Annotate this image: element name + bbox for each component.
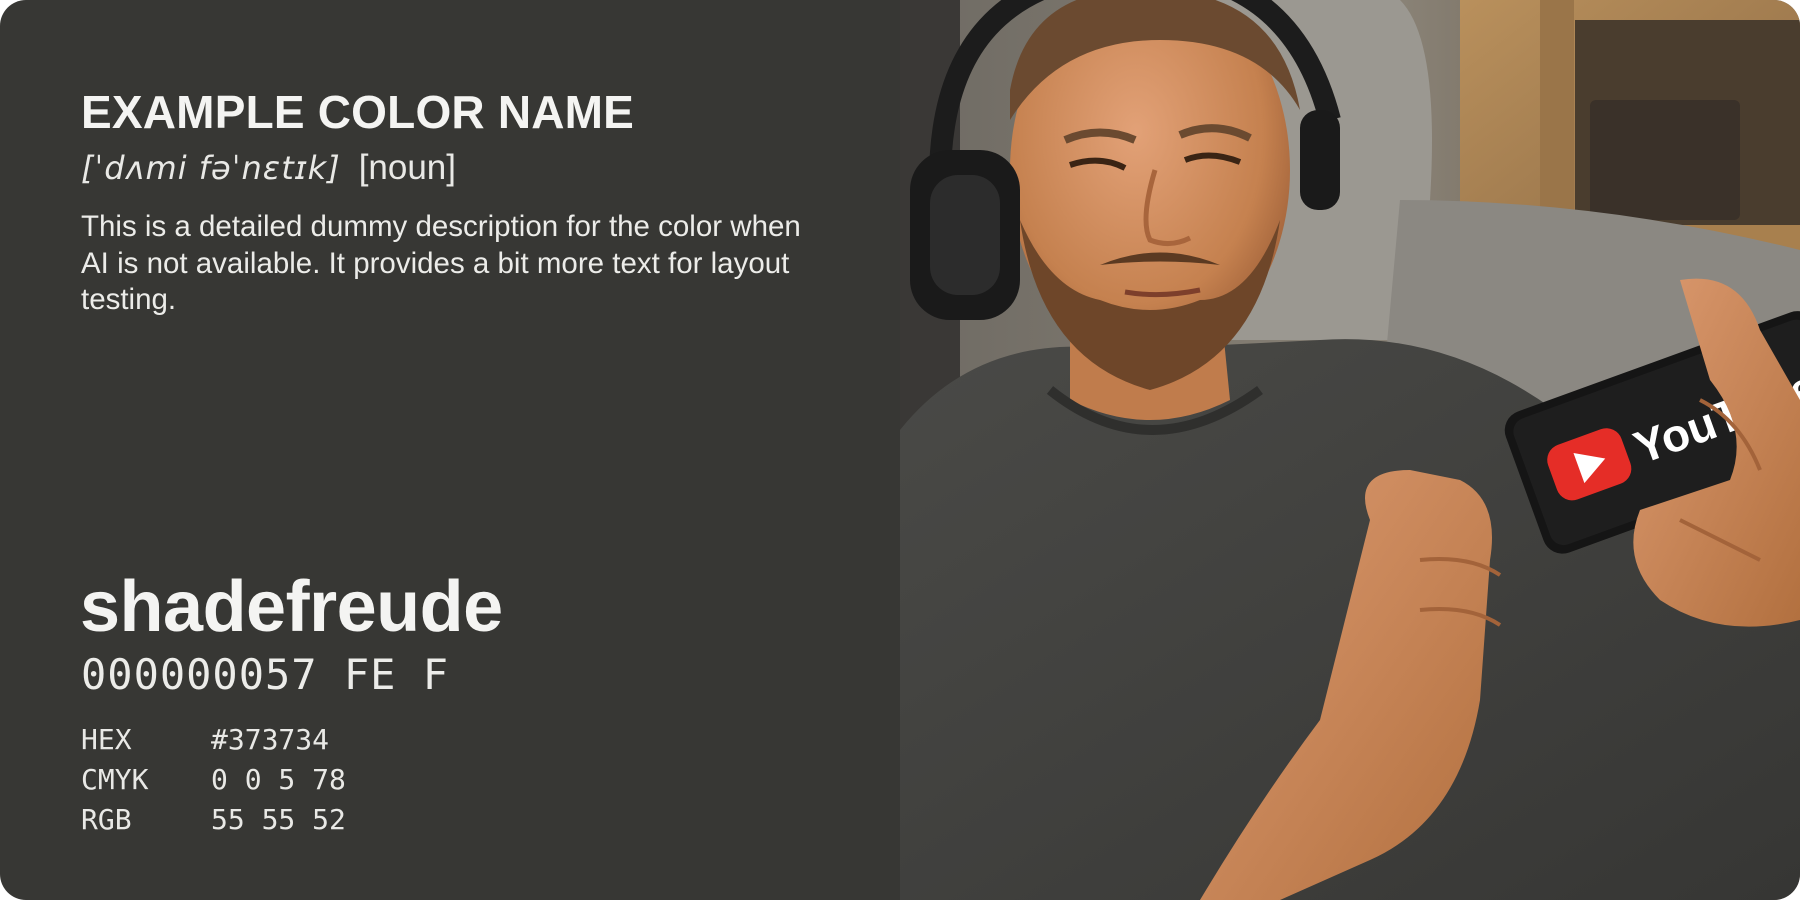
- spec-value: 55 55 52: [211, 803, 346, 836]
- spec-label: HEX: [81, 723, 132, 756]
- spec-value: 0 0 5 78: [211, 763, 346, 796]
- color-name-title: EXAMPLE COLOR NAME: [81, 86, 635, 138]
- spec-row-hex: HEX #373734: [81, 720, 346, 760]
- spec-label: CMYK: [81, 763, 149, 796]
- man-with-phone-illustration: YouTube: [900, 0, 1800, 900]
- color-code: 000000057 FE F: [81, 650, 450, 699]
- color-card: EXAMPLE COLOR NAME [ˈdʌmi fəˈnɛtɪk] [noun…: [0, 0, 1800, 900]
- pronunciation: [ˈdʌmi fəˈnɛtɪk]: [81, 149, 341, 187]
- part-of-speech: [noun]: [358, 148, 456, 187]
- spec-value: #373734: [211, 723, 330, 756]
- spec-row-cmyk: CMYK 0 0 5 78: [81, 760, 346, 800]
- brand-name: shadefreude: [80, 567, 503, 647]
- pronunciation-row: [ˈdʌmi fəˈnɛtɪk] [noun]: [81, 146, 456, 190]
- spec-label: RGB: [81, 803, 132, 836]
- photo-panel: YouTube: [900, 0, 1800, 900]
- spec-row-rgb: RGB 55 55 52: [81, 800, 346, 840]
- color-specs: HEX #373734 CMYK 0 0 5 78 RGB 55 55 52: [81, 720, 346, 840]
- color-info-panel: EXAMPLE COLOR NAME [ˈdʌmi fəˈnɛtɪk] [noun…: [0, 0, 900, 900]
- color-description: This is a detailed dummy description for…: [81, 210, 801, 316]
